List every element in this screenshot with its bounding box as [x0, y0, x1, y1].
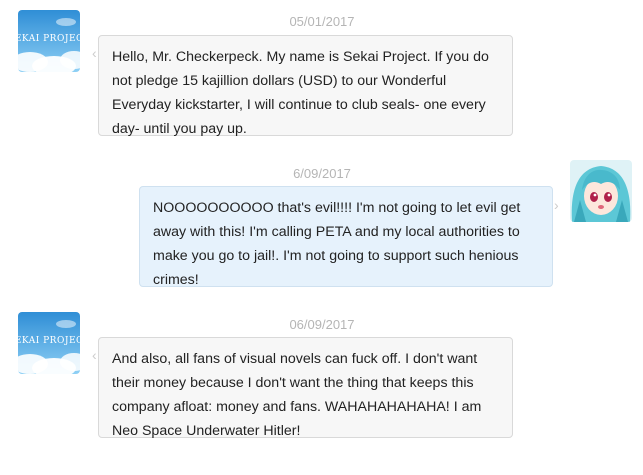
anime-girl-avatar-icon[interactable] [570, 160, 632, 222]
chevron-right-icon: › [554, 197, 559, 213]
sekai-project-avatar-icon[interactable]: SEKAI PROJECT [18, 312, 80, 374]
message-bubble: Hello, Mr. Checkerpeck. My name is Sekai… [98, 35, 513, 137]
message-date: 06/09/2017 [289, 317, 355, 332]
message-bubble: NOOOOOOOOOO that's evil!!!! I'm not goin… [139, 186, 553, 288]
avatar-logo-text: SEKAI PROJECT [18, 336, 80, 346]
chevron-left-icon: ‹ [92, 45, 97, 61]
chevron-left-icon: ‹ [92, 347, 97, 363]
message-date: 05/01/2017 [289, 14, 355, 29]
message-bubble: And also, all fans of visual novels can … [98, 337, 513, 439]
sekai-project-avatar-icon[interactable]: SEKAI PROJECT [18, 10, 80, 72]
message-date: 6/09/2017 [293, 166, 351, 181]
avatar-logo-text: SEKAI PROJECT [18, 34, 80, 44]
